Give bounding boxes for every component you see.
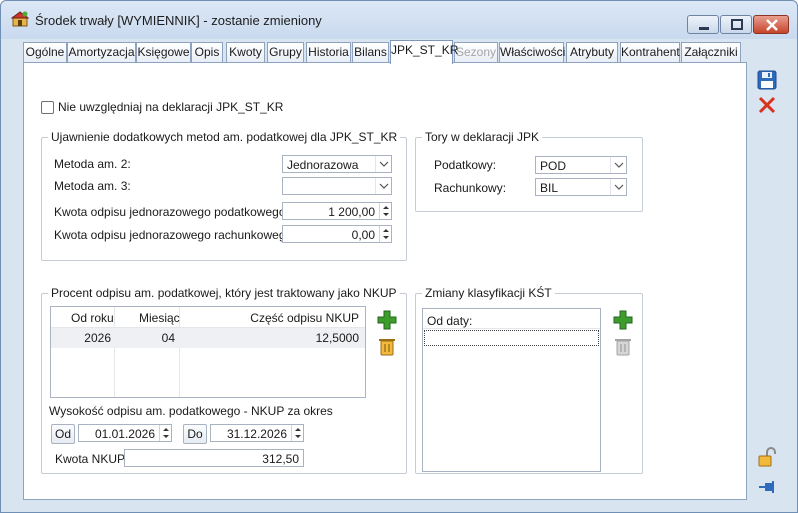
tab-ksiegowe[interactable]: Księgowe [136, 42, 191, 62]
window-title: Środek trwały [WYMIENNIK] - zostanie zmi… [35, 13, 322, 28]
nkup-row-year: 2026 [84, 331, 111, 345]
from-date-input[interactable]: 01.01.2026 [78, 424, 172, 442]
spinner-arrows-icon [291, 425, 301, 441]
jpk-tracks-group: Tory w deklaracji JPK [415, 130, 643, 212]
title-bar: Środek trwały [WYMIENNIK] - zostanie zmi… [1, 1, 797, 39]
method3-label: Metoda am. 3: [54, 179, 131, 193]
dialog-window: Środek trwały [WYMIENNIK] - zostanie zmi… [0, 0, 798, 513]
red-x-icon [758, 96, 776, 114]
to-date-input[interactable]: 31.12.2026 [210, 424, 304, 442]
open-padlock-icon [758, 447, 776, 467]
maximize-icon [731, 19, 743, 30]
pin-button[interactable] [755, 475, 777, 497]
kst-add-button[interactable] [612, 309, 634, 331]
nkup-amount-field: 312,50 [124, 449, 304, 467]
nkup-title: Procent odpisu am. podatkowej, który jes… [48, 286, 400, 300]
cancel-button[interactable] [755, 93, 777, 115]
tab-historia[interactable]: Historia [306, 42, 351, 62]
spinner-arrows-icon [379, 226, 389, 242]
kst-delete-button [612, 335, 634, 357]
book-writeoff-label: Kwota odpisu jednorazowego rachunkowego: [54, 228, 296, 242]
kst-changes-table[interactable]: Od daty: [422, 308, 601, 472]
tab-grupy[interactable]: Grupy [267, 42, 304, 62]
save-button[interactable] [755, 68, 777, 90]
kst-changes-title: Zmiany klasyfikacji KŚT [422, 286, 555, 300]
spinner-arrows-icon [379, 203, 389, 219]
nkup-row-month: 04 [161, 331, 175, 345]
nkup-col-share[interactable]: Część odpisu NKUP [250, 311, 359, 325]
tax-writeoff-input[interactable]: 1 200,00 [282, 202, 392, 220]
to-date-button[interactable]: Do [183, 424, 207, 444]
tab-jpk-st-kr[interactable]: JPK_ST_KR [390, 40, 458, 64]
close-icon [766, 19, 778, 31]
minimize-icon [699, 27, 709, 30]
tab-wlasciwosci[interactable]: Właściwości [499, 42, 565, 62]
tab-kontrahent[interactable]: Kontrahent [620, 42, 680, 62]
tab-opis[interactable]: Opis [191, 42, 223, 62]
exclude-jpk-label: Nie uwzględniaj na deklaracji JPK_ST_KR [58, 100, 284, 114]
kst-col-from-date[interactable]: Od daty: [427, 314, 472, 328]
close-button[interactable] [753, 15, 789, 34]
tab-zalaczniki[interactable]: Załączniki [681, 42, 741, 62]
tab-kwoty[interactable]: Kwoty [226, 42, 265, 62]
method3-select[interactable] [282, 177, 392, 195]
nkup-row-share: 12,5000 [315, 331, 359, 345]
tax-track-select[interactable]: POD [535, 156, 627, 174]
chevron-down-icon [610, 179, 624, 195]
tax-writeoff-label: Kwota odpisu jednorazowego podatkowego: [54, 205, 289, 219]
green-plus-icon [613, 310, 633, 330]
tab-bilans[interactable]: Bilans [352, 42, 389, 62]
tab-atrybuty[interactable]: Atrybuty [566, 42, 618, 62]
additional-methods-title: Ujawnienie dodatkowych metod am. podatko… [48, 130, 401, 144]
exclude-jpk-checkbox[interactable] [41, 101, 54, 114]
book-track-select[interactable]: BIL [535, 178, 627, 196]
chevron-down-icon [610, 157, 624, 173]
trash-icon [615, 339, 631, 356]
floppy-disk-icon [757, 70, 777, 90]
nkup-delete-button[interactable] [376, 335, 398, 357]
minimize-button[interactable] [687, 15, 719, 34]
nkup-col-year[interactable]: Od roku [71, 311, 114, 325]
tab-ogolne[interactable]: Ogólne [23, 42, 67, 62]
tab-strip: Ogólne Amortyzacja Księgowe Opis Kwoty G… [23, 40, 743, 64]
nkup-col-month[interactable]: Miesiąc [139, 311, 180, 325]
book-track-label: Rachunkowy: [434, 181, 507, 195]
nkup-period-label: Wysokość odpisu am. podatkowego - NKUP z… [49, 404, 333, 418]
method2-label: Metoda am. 2: [54, 157, 131, 171]
book-writeoff-input[interactable]: 0,00 [282, 225, 392, 243]
table-row[interactable] [424, 330, 599, 346]
spinner-arrows-icon [159, 425, 169, 441]
chevron-down-icon [375, 156, 389, 172]
nkup-table[interactable]: Od roku Miesiąc Część odpisu NKUP 2026 0… [50, 306, 366, 398]
maximize-button[interactable] [720, 15, 752, 34]
tab-sezony: Sezony [454, 42, 498, 62]
nkup-amount-label: Kwota NKUP: [55, 452, 129, 466]
app-icon [11, 11, 29, 27]
trash-icon [379, 339, 395, 356]
table-row[interactable]: 2026 04 12,5000 [51, 328, 365, 348]
pushpin-icon [759, 481, 774, 493]
tab-amortyzacja[interactable]: Amortyzacja [67, 42, 136, 62]
tax-track-label: Podatkowy: [434, 158, 497, 172]
chevron-down-icon [375, 178, 389, 194]
method2-select[interactable]: Jednorazowa [282, 155, 392, 173]
jpk-tracks-title: Tory w deklaracji JPK [422, 130, 543, 144]
green-plus-icon [377, 310, 397, 330]
lock-button[interactable] [755, 445, 777, 467]
from-date-button[interactable]: Od [51, 424, 75, 444]
nkup-add-button[interactable] [376, 309, 398, 331]
